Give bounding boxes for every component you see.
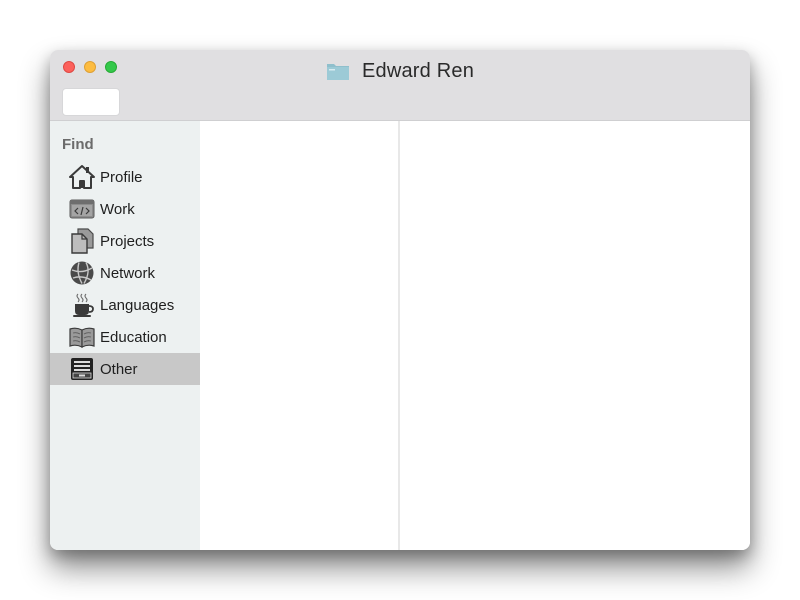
- window-title: Edward Ren: [361, 59, 475, 82]
- sidebar-item-label: Profile: [100, 168, 143, 186]
- open-book-icon: [69, 324, 95, 350]
- sidebar: Find Profile Work Projects Network Langu…: [50, 121, 200, 550]
- title-bar[interactable]: Edward Ren: [50, 50, 750, 121]
- preview-pane[interactable]: [401, 121, 750, 550]
- sidebar-item-work[interactable]: Work: [50, 193, 200, 225]
- documents-icon: [69, 228, 95, 254]
- house-icon: [69, 164, 95, 190]
- sidebar-item-label: Other: [100, 360, 138, 378]
- window-title-group: Edward Ren: [50, 58, 750, 84]
- sidebar-heading: Find: [62, 136, 94, 153]
- toolbar-button[interactable]: [62, 88, 120, 116]
- coffee-cup-icon: [69, 292, 95, 318]
- sidebar-list: Profile Work Projects Network Languages …: [50, 161, 200, 385]
- sidebar-item-label: Education: [100, 328, 167, 346]
- sidebar-item-label: Network: [100, 264, 156, 282]
- sidebar-item-label: Projects: [100, 232, 155, 250]
- sidebar-item-languages[interactable]: Languages: [50, 289, 200, 321]
- sidebar-item-network[interactable]: Network: [50, 257, 200, 289]
- globe-icon: [69, 260, 95, 286]
- sidebar-item-label: Work: [100, 200, 135, 218]
- sidebar-item-projects[interactable]: Projects: [50, 225, 200, 257]
- sidebar-item-other[interactable]: Other: [50, 353, 200, 385]
- file-cabinet-icon: [69, 356, 95, 382]
- finder-window: Edward Ren Find Profile Work Projects Ne…: [50, 50, 750, 550]
- sidebar-item-education[interactable]: Education: [50, 321, 200, 353]
- folder-icon: [326, 61, 350, 81]
- column-browser-pane[interactable]: [200, 121, 400, 550]
- sidebar-item-label: Languages: [100, 296, 175, 314]
- code-window-icon: [69, 196, 95, 222]
- sidebar-item-profile[interactable]: Profile: [50, 161, 200, 193]
- desktop-background: Edward Ren Find Profile Work Projects Ne…: [0, 0, 800, 600]
